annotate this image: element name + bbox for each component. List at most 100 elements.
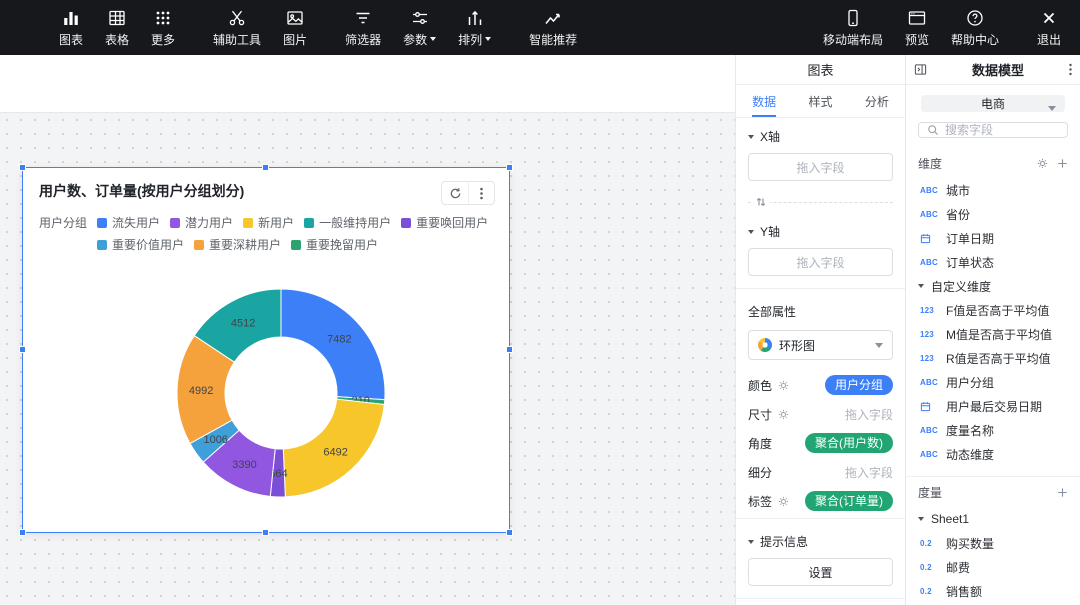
toolbar-item-label: 更多 [151, 31, 175, 48]
toolbar-item-more[interactable]: 更多 [142, 4, 184, 52]
size-dropzone[interactable]: 拖入字段 [845, 406, 893, 423]
dimension-field-7[interactable]: 123R值是否高于平均值 [906, 346, 1080, 370]
chart-title: 用户数、订单量(按用户分组划分) [39, 181, 244, 201]
add-field-icon[interactable] [1057, 487, 1068, 498]
prop-row-size: 尺寸 拖入字段 [736, 400, 905, 428]
legend-item-2[interactable]: 新用户 [243, 213, 294, 233]
table-icon [107, 8, 127, 28]
close-x-icon [1039, 8, 1059, 28]
divider [736, 288, 905, 289]
dimension-field-5[interactable]: 123F值是否高于平均值 [906, 298, 1080, 322]
dimension-field-8[interactable]: ABC用户分组 [906, 370, 1080, 394]
dimension-field-3[interactable]: ABC订单状态 [906, 250, 1080, 274]
section-y-axis[interactable]: Y轴 [736, 213, 905, 248]
dimension-field-1[interactable]: ABC省份 [906, 202, 1080, 226]
dimension-field-2[interactable]: 订单日期 [906, 226, 1080, 250]
gear-icon[interactable] [778, 496, 789, 507]
legend-item-1[interactable]: 潜力用户 [170, 213, 233, 233]
toolbar-item-chart[interactable]: 图表 [50, 4, 92, 52]
toolbar-item-help[interactable]: 帮助中心 [942, 4, 1008, 52]
dimensions-section-header: 维度 [906, 148, 1080, 176]
field-name: 销售额 [946, 583, 982, 600]
legend-item-7[interactable]: 重要挽留用户 [291, 235, 378, 255]
refresh-icon[interactable] [442, 182, 468, 204]
dimension-list: ABC城市ABC省份订单日期ABC订单状态自定义维度123F值是否高于平均值12… [906, 176, 1080, 468]
toolbar-item-mobile-layout[interactable]: 移动端布局 [814, 4, 892, 52]
resize-handle-top-center[interactable] [262, 164, 269, 171]
dashboard-canvas[interactable]: 用户数、订单量(按用户分组划分) 用户分组 流失用户潜力用户新用户一般维持用户重… [0, 113, 735, 605]
search-icon [927, 124, 939, 136]
measure-field-1[interactable]: 0.2购买数量 [906, 531, 1080, 555]
toolbar-item-label: 表格 [105, 31, 129, 48]
toolbar-item-table[interactable]: 表格 [96, 4, 138, 52]
resize-handle-bottom-left[interactable] [19, 529, 26, 536]
field-name: 购买数量 [946, 535, 994, 552]
number-field-icon: 123 [920, 306, 940, 315]
toolbar-item-image[interactable]: 图片 [274, 4, 316, 52]
canvas-column: 用户数、订单量(按用户分组划分) 用户分组 流失用户潜力用户新用户一般维持用户重… [0, 55, 735, 605]
tab-style[interactable]: 样式 [792, 85, 848, 117]
legend-item-6[interactable]: 重要深耕用户 [194, 235, 281, 255]
dimension-field-11[interactable]: ABC动态维度 [906, 442, 1080, 466]
tab-analysis[interactable]: 分析 [849, 85, 905, 117]
gear-icon[interactable] [778, 380, 789, 391]
measure-field-3[interactable]: 0.2销售额 [906, 579, 1080, 603]
toolbar-item-exit[interactable]: 退出 [1028, 4, 1070, 52]
x-axis-dropzone[interactable]: 拖入字段 [748, 153, 893, 181]
collapse-panel-icon[interactable] [914, 63, 927, 76]
dimension-field-6[interactable]: 123M值是否高于平均值 [906, 322, 1080, 346]
measure-field-2[interactable]: 0.2邮费 [906, 555, 1080, 579]
dataset-select[interactable]: 电商 [921, 95, 1065, 112]
toolbar-item-label: 退出 [1037, 31, 1061, 48]
toolbar-item-label: 智能推荐 [529, 31, 577, 48]
resize-handle-bottom-center[interactable] [262, 529, 269, 536]
toolbar-item-filter[interactable]: 筛选器 [336, 4, 390, 52]
chart-type-select[interactable]: 环形图 [748, 330, 893, 360]
legend-item-3[interactable]: 一般维持用户 [304, 213, 391, 233]
legend-item-0[interactable]: 流失用户 [97, 213, 160, 233]
toolbar-item-params[interactable]: 参数 [394, 4, 445, 52]
resize-handle-mid-left[interactable] [19, 346, 26, 353]
filter-icon [353, 8, 373, 28]
legend-label: 重要唤回用户 [416, 213, 488, 233]
toolbar-item-arrange[interactable]: 排列 [449, 4, 500, 52]
toolbar-item-aux-tools[interactable]: 辅助工具 [204, 4, 270, 52]
legend-item-5[interactable]: 重要价值用户 [97, 235, 184, 255]
section-x-axis[interactable]: X轴 [736, 118, 905, 153]
kebab-menu-icon[interactable] [468, 182, 494, 204]
gear-icon[interactable] [778, 409, 789, 420]
section-tooltip[interactable]: 提示信息 [736, 523, 905, 558]
resize-handle-top-left[interactable] [19, 164, 26, 171]
image-icon [285, 8, 305, 28]
detail-dropzone[interactable]: 拖入字段 [845, 464, 893, 481]
y-axis-dropzone[interactable]: 拖入字段 [748, 248, 893, 276]
tooltip-settings-button[interactable]: 设置 [748, 558, 893, 586]
dimension-field-10[interactable]: ABC度量名称 [906, 418, 1080, 442]
dimension-field-0[interactable]: ABC城市 [906, 178, 1080, 202]
legend-label: 流失用户 [112, 213, 160, 233]
measures-label: 度量 [918, 484, 942, 501]
dimension-group-4[interactable]: 自定义维度 [906, 274, 1080, 298]
chart-widget-card[interactable]: 用户数、订单量(按用户分组划分) 用户分组 流失用户潜力用户新用户一般维持用户重… [22, 167, 510, 533]
color-field-pill[interactable]: 用户分组 [825, 375, 893, 395]
legend-swatch [291, 240, 301, 250]
kebab-menu-icon[interactable] [1069, 63, 1072, 76]
legend-item-4[interactable]: 重要唤回用户 [401, 213, 488, 233]
angle-field-pill[interactable]: 聚合(用户数) [805, 433, 893, 453]
resize-handle-mid-right[interactable] [506, 346, 513, 353]
resize-handle-bottom-right[interactable] [506, 529, 513, 536]
tab-data[interactable]: 数据 [736, 85, 792, 117]
x-axis-label: X轴 [760, 128, 780, 145]
add-field-icon[interactable] [1057, 158, 1068, 169]
swap-axes-icon[interactable] [752, 196, 770, 208]
resize-handle-top-right[interactable] [506, 164, 513, 171]
label-field-pill[interactable]: 聚合(订单量) [805, 491, 893, 511]
dimension-field-9[interactable]: 用户最后交易日期 [906, 394, 1080, 418]
chevron-down-icon [748, 135, 754, 139]
gear-icon[interactable] [1037, 158, 1048, 169]
toolbar-item-smart-recommend[interactable]: 智能推荐 [520, 4, 586, 52]
toolbar-item-label: 移动端布局 [823, 31, 883, 48]
toolbar-item-preview[interactable]: 预览 [896, 4, 938, 52]
measure-group-0[interactable]: Sheet1 [906, 507, 1080, 531]
search-input[interactable] [945, 123, 1059, 137]
